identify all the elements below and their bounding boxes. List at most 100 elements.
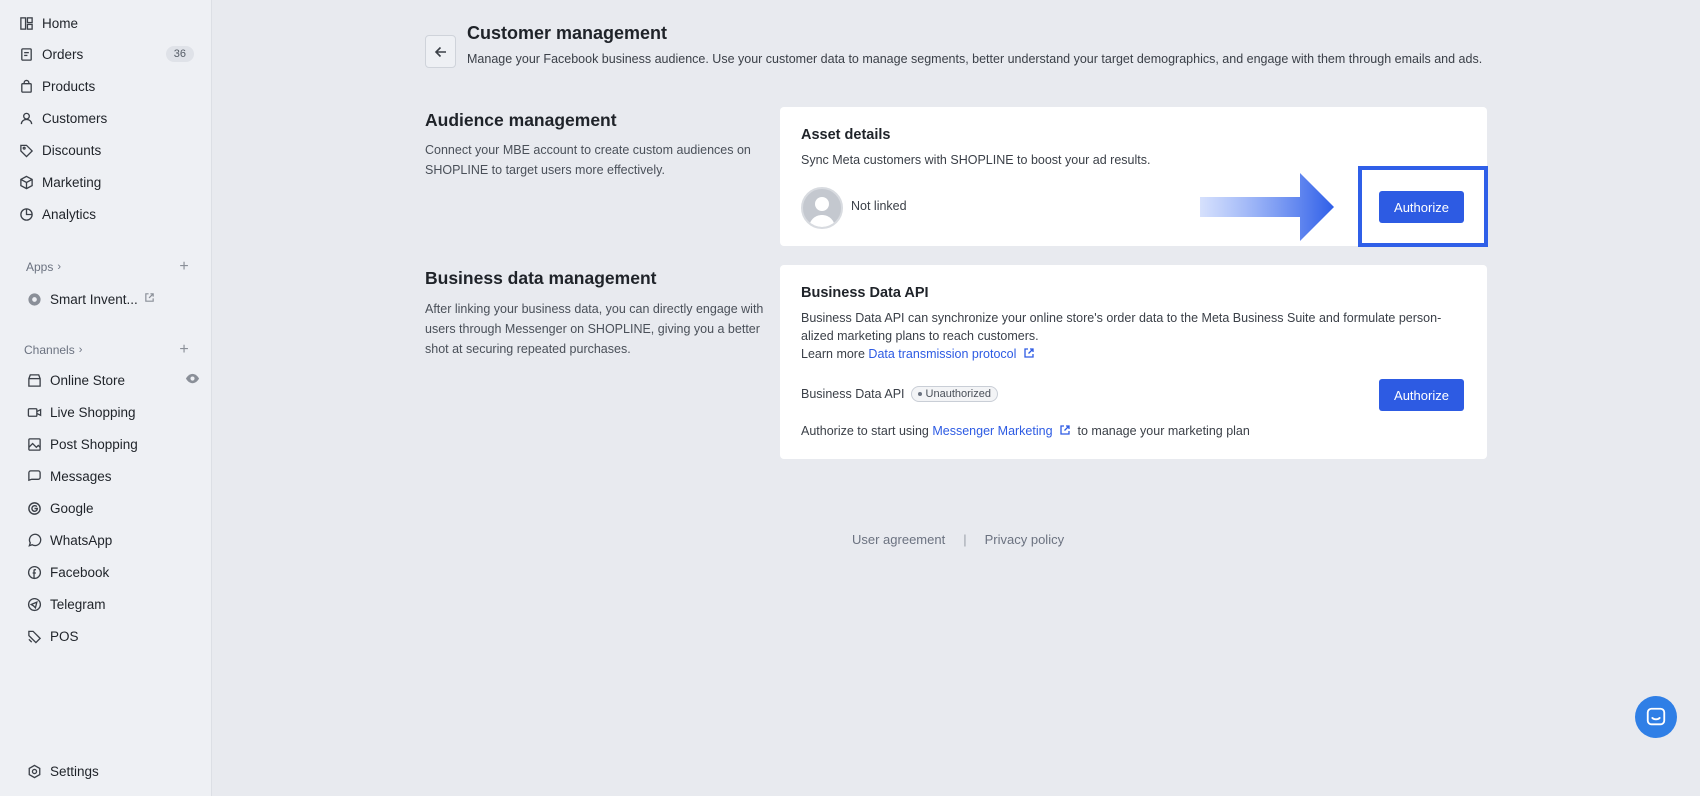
sidebar-item-home[interactable]: Home	[18, 8, 198, 38]
status-dot-icon	[917, 392, 922, 396]
sidebar-item-label: Customers	[42, 110, 108, 126]
gear-app-icon	[26, 291, 42, 307]
apps-label: Apps	[26, 260, 54, 274]
authorize-hint-line: Authorize to start using Messenger Marke…	[801, 422, 1471, 440]
add-app-icon[interactable]: +	[176, 259, 192, 275]
store-icon	[26, 372, 42, 388]
authorize-business-api-button[interactable]: Authorize	[1379, 379, 1464, 411]
orders-icon	[18, 46, 34, 62]
sidebar-item-label: Analytics	[42, 206, 97, 222]
sidebar-item-online-store[interactable]: Online Store	[26, 365, 206, 395]
sidebar-item-label: Live Shopping	[50, 404, 136, 420]
page-title: Customer management	[467, 23, 668, 43]
sidebar-item-live-shopping[interactable]: Live Shopping	[26, 397, 206, 427]
orders-count-badge: 36	[165, 46, 194, 62]
user-agreement-link[interactable]: User agreement	[852, 532, 945, 547]
pos-icon	[26, 628, 42, 644]
sidebar-item-facebook[interactable]: Facebook	[26, 557, 206, 587]
chat-bubble-icon	[1646, 707, 1666, 726]
business-data-api-text: Business Data API can synchronize your o…	[801, 311, 1442, 343]
api-label: Business Data API	[801, 387, 905, 401]
footer-separator: |	[963, 532, 967, 547]
cube-icon	[18, 174, 34, 190]
sidebar-item-label: Telegram	[50, 596, 106, 612]
user-icon	[18, 110, 34, 126]
sidebar-item-label: Facebook	[50, 564, 110, 580]
business-section-title: Business data management	[425, 268, 657, 288]
sidebar-item-label: Orders	[42, 46, 84, 62]
sidebar-item-customers[interactable]: Customers	[18, 103, 198, 133]
sidebar-item-google[interactable]: Google	[26, 493, 206, 523]
highlight-box	[1358, 166, 1488, 247]
avatar	[801, 187, 843, 229]
add-channel-icon[interactable]: +	[176, 342, 192, 358]
sidebar-item-label: Online Store	[50, 372, 126, 388]
sidebar-item-telegram[interactable]: Telegram	[26, 589, 206, 619]
chat-widget-button[interactable]	[1635, 696, 1677, 738]
back-button[interactable]	[425, 35, 456, 68]
messenger-marketing-link[interactable]: Messenger Marketing	[932, 424, 1052, 438]
learn-more-line: Learn more Data transmission protocol	[801, 345, 1471, 363]
external-link-icon	[144, 292, 155, 306]
apps-section-label[interactable]: Apps ›	[26, 260, 61, 274]
business-section-description: After linking your business data, you ca…	[425, 302, 764, 356]
sidebar-item-post-shopping[interactable]: Post Shopping	[26, 429, 206, 459]
sidebar-item-analytics[interactable]: Analytics	[18, 199, 198, 229]
google-icon	[26, 500, 42, 516]
channels-section-label[interactable]: Channels ›	[24, 343, 82, 357]
external-link-icon	[1060, 425, 1070, 435]
home-icon	[18, 15, 34, 31]
sidebar-item-label: POS	[50, 628, 79, 644]
sidebar-item-label: Messages	[50, 468, 112, 484]
audience-section-title: Audience management	[425, 110, 617, 130]
privacy-policy-link[interactable]: Privacy policy	[985, 532, 1064, 547]
authorize-hint-prefix: Authorize to start using	[801, 424, 929, 438]
business-data-api-card: Business Data API Business Data API can …	[780, 265, 1487, 459]
sidebar-item-smart-inventory[interactable]: Smart Invent...	[26, 284, 206, 314]
video-icon	[26, 404, 42, 420]
audience-section-description: Connect your MBE account to create custo…	[425, 143, 751, 177]
arrow-left-icon	[434, 46, 446, 57]
sidebar-item-settings[interactable]: Settings	[26, 756, 206, 786]
status-badge: Unauthorized	[910, 386, 998, 402]
sidebar-item-label: Marketing	[42, 174, 102, 190]
external-link-icon	[1024, 348, 1034, 358]
sidebar-item-pos[interactable]: POS	[26, 621, 206, 651]
footer: User agreement | Privacy policy	[852, 532, 1064, 547]
page-description: Manage your Facebook business audience. …	[467, 52, 1483, 66]
status-badge-text: Unauthorized	[925, 388, 991, 400]
sidebar-item-label: Post Shopping	[50, 436, 138, 452]
authorize-hint-suffix: to manage your marketing plan	[1077, 424, 1250, 438]
sidebar-item-label: Home	[42, 15, 79, 31]
eye-icon[interactable]	[185, 371, 200, 389]
link-status-text: Not linked	[851, 199, 907, 213]
learn-more-label: Learn more	[801, 347, 865, 361]
business-data-api-title: Business Data API	[801, 285, 929, 301]
data-transmission-protocol-link[interactable]: Data transmission protocol	[868, 347, 1016, 361]
api-status-row: Business Data API Unauthorized	[801, 386, 998, 402]
sidebar-item-label: Google	[50, 500, 94, 516]
arrow-right-icon	[1200, 173, 1334, 241]
channels-label: Channels	[24, 343, 75, 357]
sidebar: Home Home Orders 36 Products Customers D…	[0, 0, 212, 796]
sidebar-item-label: Products	[42, 78, 96, 94]
sidebar-item-label: Discounts	[42, 142, 102, 158]
chevron-right-icon: ›	[57, 261, 62, 273]
sidebar-item-label: WhatsApp	[50, 532, 113, 548]
sidebar-item-discounts[interactable]: Discounts	[18, 135, 198, 165]
whatsapp-icon	[26, 532, 42, 548]
asset-details-title: Asset details	[801, 127, 891, 143]
bag-icon	[18, 78, 34, 94]
sidebar-item-whatsapp[interactable]: WhatsApp	[26, 525, 206, 555]
telegram-icon	[26, 596, 42, 612]
pie-chart-icon	[18, 206, 34, 222]
chevron-right-icon: ›	[78, 344, 83, 356]
sidebar-item-orders[interactable]: Home Orders 36	[18, 39, 198, 69]
sidebar-item-marketing[interactable]: Marketing	[18, 167, 198, 197]
chat-icon	[26, 468, 42, 484]
sidebar-item-products[interactable]: Products	[18, 71, 198, 101]
tag-icon	[18, 142, 34, 158]
sidebar-item-label: Settings	[50, 763, 99, 779]
sidebar-item-messages[interactable]: Messages	[26, 461, 206, 491]
settings-icon	[26, 763, 42, 779]
